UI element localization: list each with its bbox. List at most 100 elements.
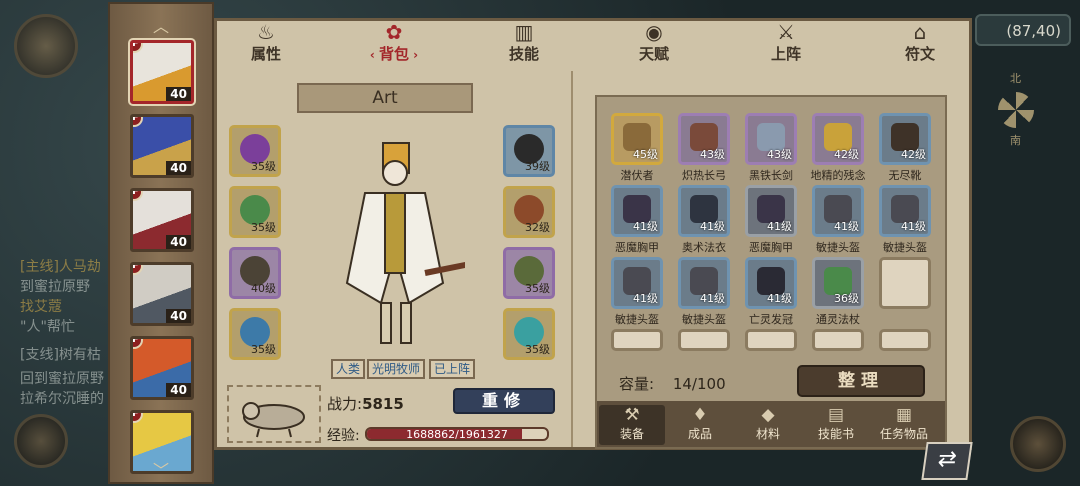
hero-card[interactable]: ✚ 40 — [130, 40, 194, 104]
item-level: 35级 — [525, 282, 550, 295]
bag-icon: ♦ — [692, 405, 708, 425]
compass-star-icon — [998, 92, 1034, 128]
equipment-slot[interactable]: 35级 — [503, 308, 555, 360]
skill-orb-icon[interactable] — [14, 414, 68, 468]
category-tab[interactable]: ⚒ 装备 — [599, 405, 665, 445]
inventory-slot[interactable]: 41级 — [611, 257, 663, 309]
category-bar: ⚒ 装备 ♦ 成品 ◆ 材料 ▤ 技能书 ▦ 任务物品 — [597, 401, 945, 447]
character-panel: ♨属性 ✿背包 ▥技能 ◉天赋 ⚔上阵 ⌂符文 Art 35级 35级 40级 35级 39级 32… — [214, 18, 972, 450]
tab-label: 技能 — [508, 45, 539, 63]
tab-4[interactable]: ⚔ 上阵 — [751, 21, 821, 67]
tab-label: 上阵 — [770, 45, 801, 63]
item-level: 43级 — [700, 148, 725, 161]
inventory-slot[interactable]: 41级 — [745, 185, 797, 237]
quest-line[interactable]: "人"帮忙 — [20, 316, 75, 336]
category-tab[interactable]: ♦ 成品 — [667, 405, 733, 445]
hero-level: 40 — [166, 309, 191, 323]
item-level: 35级 — [251, 221, 276, 234]
inventory-slot[interactable]: 41级 — [879, 185, 931, 237]
quest-line[interactable]: 找艾蔻 — [20, 296, 62, 316]
ore-icon: ◆ — [761, 405, 775, 425]
item-name: 黑铁长剑 — [749, 169, 793, 182]
empty-inventory-slot[interactable] — [812, 329, 864, 351]
tab-0[interactable]: ♨ 属性 — [231, 21, 301, 67]
empty-inventory-slot[interactable] — [678, 329, 730, 351]
capacity-label: 容量: — [619, 375, 655, 393]
quest-line[interactable]: [主线]人马劫 — [20, 256, 101, 276]
npc-portrait-icon[interactable] — [14, 14, 78, 78]
inventory-slot[interactable]: 41级 — [611, 185, 663, 237]
quest-scroll-icon: ▦ — [895, 405, 913, 425]
empty-inventory-slot[interactable] — [745, 329, 797, 351]
empty-inventory-slot[interactable] — [879, 329, 931, 351]
equipment-slot[interactable]: 40级 — [229, 247, 281, 299]
item-name: 潜伏者 — [620, 169, 654, 182]
tab-label: 背包 — [359, 43, 429, 64]
item-name: 敏捷头盔 — [883, 241, 927, 254]
combat-power: 战力:5815 — [327, 393, 404, 414]
hero-card[interactable]: ✚ 40 — [130, 262, 194, 326]
panel-divider — [571, 71, 573, 447]
quest-line[interactable]: [支线]树有枯 — [20, 344, 101, 364]
item-name: 恶魔胸甲 — [615, 241, 659, 254]
inventory-slot[interactable]: 45级 — [611, 113, 663, 165]
category-label: 成品 — [687, 427, 712, 441]
equipment-slot[interactable]: 35级 — [503, 247, 555, 299]
tab-3[interactable]: ◉ 天赋 — [619, 21, 689, 67]
equipment-slot[interactable]: 35级 — [229, 186, 281, 238]
character-tag: 已上阵 — [429, 359, 476, 379]
inventory-slot[interactable]: 41级 — [745, 257, 797, 309]
item-name: 恶魔胸甲 — [749, 241, 793, 254]
inventory-slot[interactable]: 43级 — [745, 113, 797, 165]
category-tab[interactable]: ▦ 任务物品 — [871, 405, 937, 445]
equipment-slot[interactable]: 35级 — [229, 308, 281, 360]
pet-wolf-icon — [242, 402, 305, 438]
category-label: 材料 — [755, 427, 780, 441]
equipment-slot[interactable]: 32级 — [503, 186, 555, 238]
hero-card[interactable]: ✚ 40 — [130, 336, 194, 400]
house-icon: ⌂ — [913, 20, 927, 44]
category-label: 装备 — [619, 427, 644, 441]
hero-list[interactable]: ︿ ✚ 40 ✚ 40 ✚ 40 ✚ 40 ✚ 40 ✚ ﹀ — [108, 2, 214, 484]
compass: 北 南 — [988, 70, 1044, 150]
tab-1[interactable]: ✿背包 — [359, 21, 429, 67]
exp-bar: 1688862/1961327 — [365, 427, 549, 441]
inventory-slot[interactable]: 41级 — [678, 185, 730, 237]
refine-button[interactable]: 重修 — [453, 388, 555, 414]
hero-card[interactable]: ✚ 40 — [130, 114, 194, 178]
quest-line[interactable]: 拉希尔沉睡的 — [20, 388, 104, 408]
category-tab[interactable]: ◆ 材料 — [735, 405, 801, 445]
hero-card[interactable]: ✚ 40 — [130, 188, 194, 252]
item-name: 敏捷头盔 — [816, 241, 860, 254]
empty-inventory-slot[interactable] — [611, 329, 663, 351]
item-level: 42级 — [834, 148, 859, 161]
back-button[interactable]: ⇄ — [921, 442, 973, 480]
scroll-icon: ▤ — [827, 405, 845, 425]
item-level: 39级 — [525, 160, 550, 173]
quest-line[interactable]: 回到蜜拉原野 — [20, 368, 104, 388]
category-tab[interactable]: ▤ 技能书 — [803, 405, 869, 445]
inventory-slot[interactable]: 42级 — [812, 113, 864, 165]
inventory-slot[interactable]: 41级 — [812, 185, 864, 237]
item-level: 41级 — [700, 220, 725, 233]
equipment-slot[interactable]: 35级 — [229, 125, 281, 177]
item-level: 41级 — [767, 220, 792, 233]
chevron-down-icon[interactable]: ﹀ — [150, 463, 172, 479]
power-value: 5815 — [362, 395, 404, 413]
sort-button[interactable]: 整理 — [797, 365, 925, 397]
item-level: 35级 — [251, 160, 276, 173]
inventory-slot[interactable]: 41级 — [678, 257, 730, 309]
empty-inventory-slot[interactable] — [879, 257, 931, 309]
crossed-swords-icon: ⚔ — [777, 20, 795, 44]
pet-slot[interactable] — [227, 385, 321, 443]
tab-5[interactable]: ⌂ 符文 — [885, 21, 955, 67]
character-tag: 人类 — [331, 359, 366, 379]
inventory-slot[interactable]: 43级 — [678, 113, 730, 165]
equipment-slot[interactable]: 39级 — [503, 125, 555, 177]
quest-line[interactable]: 到蜜拉原野 — [20, 276, 90, 296]
inventory-slot[interactable]: 36级 — [812, 257, 864, 309]
home-icon[interactable] — [1010, 416, 1066, 472]
tab-2[interactable]: ▥ 技能 — [489, 21, 559, 67]
chevron-up-icon[interactable]: ︿ — [150, 19, 172, 35]
inventory-slot[interactable]: 42级 — [879, 113, 931, 165]
